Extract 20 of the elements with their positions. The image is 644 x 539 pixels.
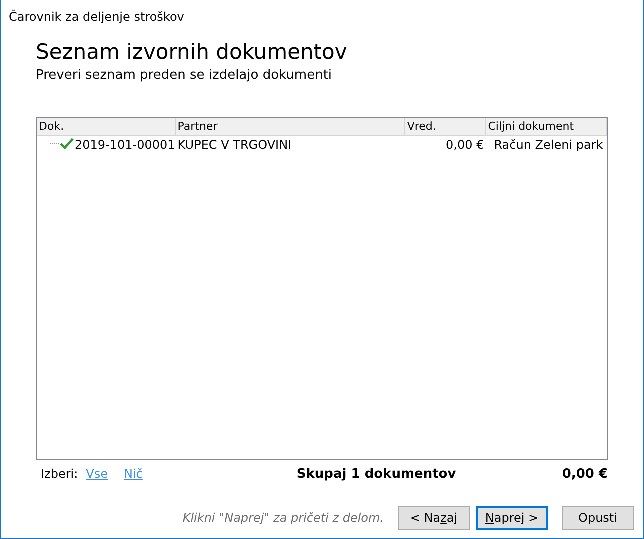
column-header[interactable]: Partner [176, 118, 406, 135]
wizard-button[interactable]: Opusti [562, 506, 634, 530]
wizard-button[interactable]: Naprej > [476, 506, 548, 530]
wizard-button[interactable]: < Nazaj [398, 506, 470, 530]
total-value: 0,00 € [562, 466, 608, 484]
table-cell: Račun Zeleni park [494, 138, 604, 152]
page-subtitle: Preveri seznam preden se izdelajo dokumenti [36, 67, 334, 86]
hint-text: Klikni "Naprej" za pričeti z delom. [182, 510, 384, 527]
select-label: Izberi: [41, 466, 78, 484]
tree-line [50, 143, 59, 144]
checkmark-icon[interactable] [60, 138, 74, 150]
column-header[interactable]: Ciljni dokument [486, 118, 607, 135]
table-cell: 0,00 € [446, 138, 484, 152]
total-label: Skupaj 1 dokumentov [296, 466, 456, 484]
table-cell: KUPEC V TRGOVINI [178, 138, 292, 152]
page-title: Seznam izvornih dokumentov [36, 40, 348, 66]
column-header[interactable]: Dok. [37, 118, 176, 135]
window-title: Čarovnik za deljenje stroškov [8, 8, 186, 26]
column-header[interactable]: Vred. [405, 118, 486, 135]
table-cell: 2019-101-00001 [75, 138, 176, 152]
